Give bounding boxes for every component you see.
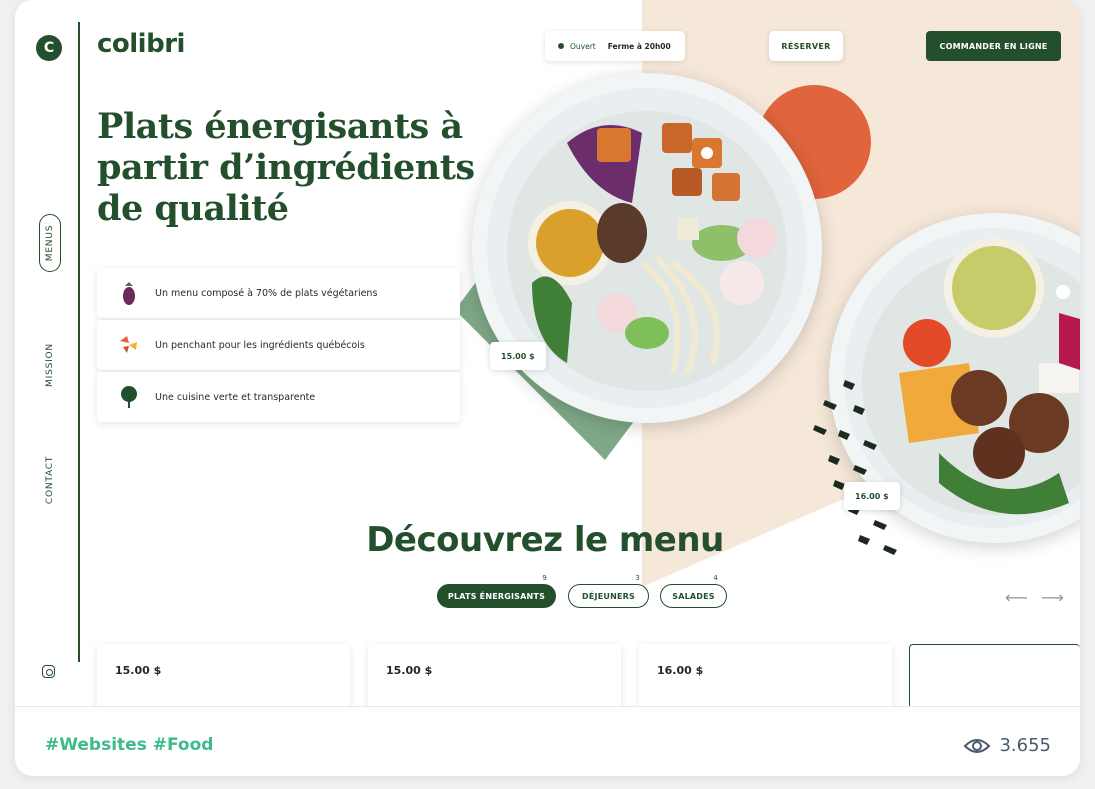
status-hours: Ferme à 20h00 bbox=[607, 41, 671, 51]
logo-mark[interactable]: C bbox=[36, 35, 62, 61]
carousel-arrows[interactable]: ⟵ ⟶ bbox=[1005, 588, 1068, 607]
dish-price-tag: 15.00 $ bbox=[490, 342, 546, 370]
tab-label: DÉJEUNERS bbox=[582, 591, 635, 601]
menu-card-price: 15.00 $ bbox=[386, 664, 433, 677]
view-count: 3.655 bbox=[963, 735, 1051, 756]
tree-icon bbox=[117, 383, 141, 411]
menu-card[interactable]: 15.00 $ bbox=[368, 644, 621, 706]
menu-card[interactable]: 15.00 $ bbox=[97, 644, 350, 706]
status-open: Ouvert bbox=[570, 41, 596, 51]
nav-menus-label: MENUS bbox=[45, 224, 56, 262]
view-count-value: 3.655 bbox=[999, 735, 1051, 756]
menu-card[interactable]: 16.00 $ bbox=[639, 644, 892, 706]
feature-item: Une cuisine verte et transparente bbox=[97, 372, 460, 422]
hero-title: Plats énergisants à partir d’ingrédients… bbox=[97, 106, 475, 229]
brush-texture bbox=[813, 380, 897, 555]
dish-bowl-image[interactable] bbox=[472, 73, 822, 423]
brand-name[interactable]: colibri bbox=[97, 29, 185, 59]
nav-mission[interactable]: MISSION bbox=[39, 340, 61, 390]
tab-count: 9 bbox=[542, 574, 547, 582]
menu-heading: Découvrez le menu bbox=[366, 520, 724, 560]
instagram-icon[interactable] bbox=[42, 665, 55, 678]
tab-label: SALADES bbox=[672, 591, 715, 601]
feature-item: Un penchant pour les ingrédients québéco… bbox=[97, 320, 460, 370]
feature-item: Un menu composé à 70% de plats végétarie… bbox=[97, 268, 460, 318]
tab-count: 3 bbox=[635, 574, 640, 582]
feature-text: Un penchant pour les ingrédients québéco… bbox=[155, 339, 365, 351]
eye-icon bbox=[964, 738, 991, 753]
status-dot-icon bbox=[558, 43, 564, 49]
feature-text: Une cuisine verte et transparente bbox=[155, 391, 316, 403]
tab-count: 4 bbox=[713, 574, 718, 582]
menu-card-price: 15.00 $ bbox=[115, 664, 162, 677]
reserve-button[interactable]: RÉSERVER bbox=[769, 31, 843, 61]
opening-status: Ouvert Ferme à 20h00 bbox=[545, 31, 685, 61]
autumn-leaves-icon bbox=[117, 331, 141, 359]
bowl-food-illustration bbox=[487, 88, 807, 408]
tags[interactable]: #Websites #Food bbox=[45, 735, 213, 755]
dish-price-tag: 16.00 $ bbox=[844, 482, 900, 510]
nav-contact-label: CONTACT bbox=[45, 455, 55, 505]
menu-card[interactable] bbox=[909, 644, 1080, 706]
order-online-button[interactable]: COMMANDER EN LIGNE bbox=[926, 31, 1061, 61]
menu-card-price: 16.00 $ bbox=[657, 664, 704, 677]
nav-menus[interactable]: MENUS bbox=[39, 214, 61, 272]
shot-card: C colibri MENUS MISSION CONTACT Ouvert F… bbox=[15, 0, 1080, 776]
tab-salades[interactable]: SALADES 4 bbox=[660, 574, 727, 608]
feature-text: Un menu composé à 70% de plats végétarie… bbox=[155, 287, 378, 299]
sidebar-divider bbox=[78, 22, 80, 662]
tab-label: PLATS ÉNERGISANTS bbox=[447, 591, 546, 601]
tab-plats-energisants[interactable]: PLATS ÉNERGISANTS 9 bbox=[437, 574, 556, 608]
tab-dejeuners[interactable]: DÉJEUNERS 3 bbox=[568, 574, 649, 608]
nav-mission-label: MISSION bbox=[45, 343, 56, 387]
shot-footer: #Websites #Food 3.655 bbox=[15, 706, 1080, 776]
eggplant-icon bbox=[117, 279, 141, 307]
website-screenshot: C colibri MENUS MISSION CONTACT Ouvert F… bbox=[15, 0, 1080, 706]
nav-contact[interactable]: CONTACT bbox=[39, 450, 61, 510]
